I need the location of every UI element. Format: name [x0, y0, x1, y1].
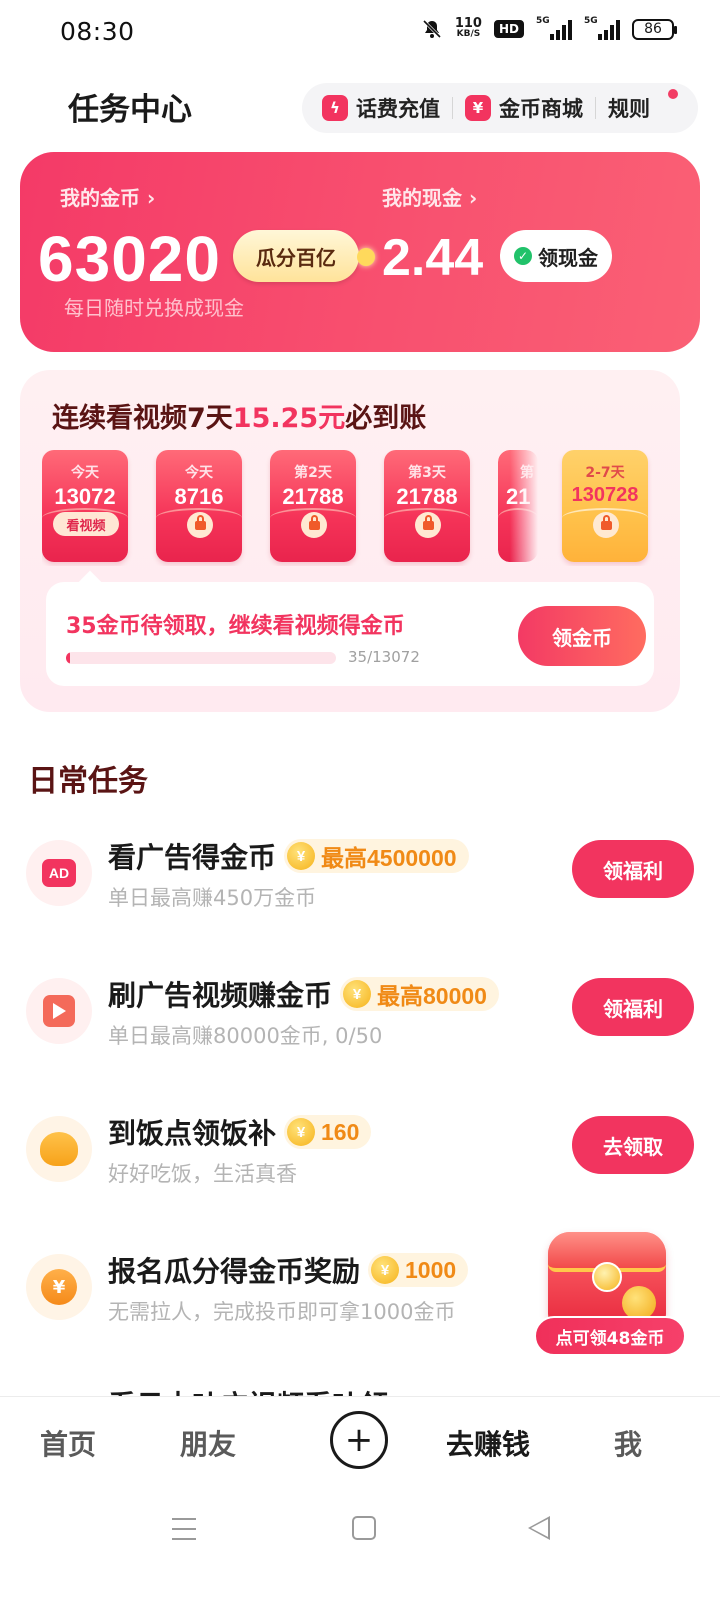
nav-earn[interactable]: 去赚钱: [446, 1423, 530, 1463]
envelope-today-watch[interactable]: 今天 13072 看视频: [42, 450, 128, 562]
task-desc: 无需拉人，完成投币即可拿1000金币: [108, 1300, 456, 1324]
task-name: 到饭点领饭补: [108, 1117, 277, 1150]
task-desc: 好好吃饭，生活真香: [108, 1162, 297, 1186]
divider: [452, 97, 453, 119]
lock-icon: [187, 512, 213, 538]
yen-icon: ¥: [26, 1254, 92, 1320]
pending-coins-text: 35金币待领取，继续看视频得金币: [66, 614, 405, 639]
task-row: 刷广告视频赚金币 ¥ 最高80000 单日最高赚80000金币, 0/50 领福利: [26, 968, 694, 1068]
status-time: 08:30: [60, 17, 135, 46]
coin-mall-label: 金币商城: [499, 97, 583, 121]
my-cash-link[interactable]: 我的现金 ›: [382, 182, 477, 211]
reward-badge: ¥1000: [368, 1253, 469, 1287]
bowl-icon: [26, 1116, 92, 1182]
bottom-nav: 首页 朋友 + 去赚钱 我: [0, 1396, 720, 1492]
floating-chest[interactable]: 点可领48金币: [534, 1228, 686, 1360]
notification-dot: [668, 89, 678, 99]
coin-mall-link[interactable]: ¥ 金币商城: [465, 93, 583, 123]
envelope-today[interactable]: 今天 8716: [156, 450, 242, 562]
progress-fill: [66, 652, 71, 664]
signal-icon-2: 5G: [584, 16, 620, 40]
withdraw-label: 领现金: [538, 245, 598, 270]
task-desc: 单日最高赚80000金币, 0/50: [108, 1024, 383, 1048]
my-coins-link[interactable]: 我的金币 ›: [60, 182, 155, 211]
task-row: 到饭点领饭补 ¥160 好好吃饭，生活真香 去领取: [26, 1106, 694, 1206]
progress-bar: [66, 652, 336, 664]
ad-icon: AD: [26, 840, 92, 906]
coin-icon: ¥: [287, 842, 316, 870]
claim-benefit-button[interactable]: 领福利: [572, 978, 694, 1036]
streak-title: 连续看视频7天15.25元必到账: [52, 403, 427, 434]
mute-bell-icon: [421, 18, 443, 40]
withdraw-button[interactable]: ✓ 领现金: [500, 230, 612, 282]
watch-video-label: 看视频: [53, 512, 119, 536]
task-name: 报名瓜分得金币奖励: [108, 1255, 361, 1288]
nav-friends[interactable]: 朋友: [180, 1423, 236, 1463]
task-name: 看广告得金币: [108, 841, 277, 874]
rules-link[interactable]: 规则: [608, 93, 650, 123]
reward-badge: ¥ 最高4500000: [284, 839, 469, 873]
recharge-link[interactable]: ϟ 话费充值: [322, 93, 440, 123]
system-nav-bar: [0, 1492, 720, 1612]
claim-coins-button[interactable]: 领金币: [518, 606, 646, 666]
hd-voice-icon: HD: [493, 20, 524, 38]
coin-icon: [622, 1286, 656, 1320]
lock-icon: [301, 512, 327, 538]
coin-icon: ¥: [287, 1118, 316, 1146]
ticket-icon: ¥: [465, 95, 491, 121]
coin-icon: ¥: [371, 1256, 400, 1284]
header-actions: ϟ 话费充值 ¥ 金币商城 规则: [302, 83, 698, 133]
coin-balance: 63020: [38, 223, 221, 295]
nav-home[interactable]: 首页: [40, 1423, 96, 1463]
cash-balance: 2.44: [382, 229, 484, 287]
envelope-day-3[interactable]: 第3天 21788: [384, 450, 470, 562]
status-bar: 08:30 110 KB/S HD 5G 5G 86: [0, 0, 720, 66]
task-desc: 单日最高赚450万金币: [108, 886, 317, 910]
envelope-day-2[interactable]: 第2天 21788: [270, 450, 356, 562]
signal-icon-1: 5G: [536, 16, 572, 40]
divider: [595, 97, 596, 119]
reward-badge: ¥ 最高80000: [340, 977, 499, 1011]
lock-icon: [415, 512, 441, 538]
envelope-day-4-partial[interactable]: 第 21: [498, 450, 538, 562]
rules-label: 规则: [608, 97, 650, 121]
reward-badge: ¥160: [284, 1115, 372, 1149]
envelope-list: 今天 13072 看视频 今天 8716 第2天 21788 第3天 21788…: [42, 450, 656, 566]
daily-tasks-title: 日常任务: [28, 764, 148, 799]
status-icons: 110 KB/S HD 5G 5G 86: [421, 16, 677, 40]
coins-subtitle: 每日随时兑换成现金: [64, 296, 244, 320]
task-name: 刷广告视频赚金币: [108, 979, 333, 1012]
video-streak-card: 连续看视频7天15.25元必到账 今天 13072 看视频 今天 8716 第2…: [20, 370, 680, 712]
pending-coins-panel: 35金币待领取，继续看视频得金币 35/13072 领金币: [46, 582, 654, 686]
page-title: 任务中心: [68, 92, 192, 128]
recharge-label: 话费充值: [356, 97, 440, 121]
battery-icon: 86: [632, 18, 677, 40]
back-icon[interactable]: [528, 1516, 550, 1540]
video-icon: [26, 978, 92, 1044]
task-row: AD 看广告得金币 ¥ 最高4500000 单日最高赚450万金币 领福利: [26, 830, 694, 930]
envelope-days-2-7[interactable]: 2-7天 130728: [562, 450, 648, 562]
go-claim-button[interactable]: 去领取: [572, 1116, 694, 1174]
wallet-card: 我的金币 › 63020 瓜分百亿 每日随时兑换成现金 我的现金 › 2.44 …: [20, 152, 700, 352]
chest-reward-label: 点可领48金币: [534, 1316, 686, 1356]
menu-icon[interactable]: [172, 1518, 196, 1540]
home-icon[interactable]: [352, 1516, 376, 1540]
split-billion-button[interactable]: 瓜分百亿: [233, 230, 375, 282]
net-speed: 110 KB/S: [454, 16, 482, 39]
claim-benefit-button[interactable]: 领福利: [572, 840, 694, 898]
nav-me[interactable]: 我: [614, 1423, 642, 1463]
check-icon: ✓: [514, 247, 532, 265]
coin-icon: ¥: [343, 980, 372, 1008]
bolt-icon: ϟ: [322, 95, 348, 121]
progress-text: 35/13072: [348, 648, 420, 666]
lock-icon: [593, 512, 619, 538]
plus-icon[interactable]: +: [330, 1411, 388, 1469]
